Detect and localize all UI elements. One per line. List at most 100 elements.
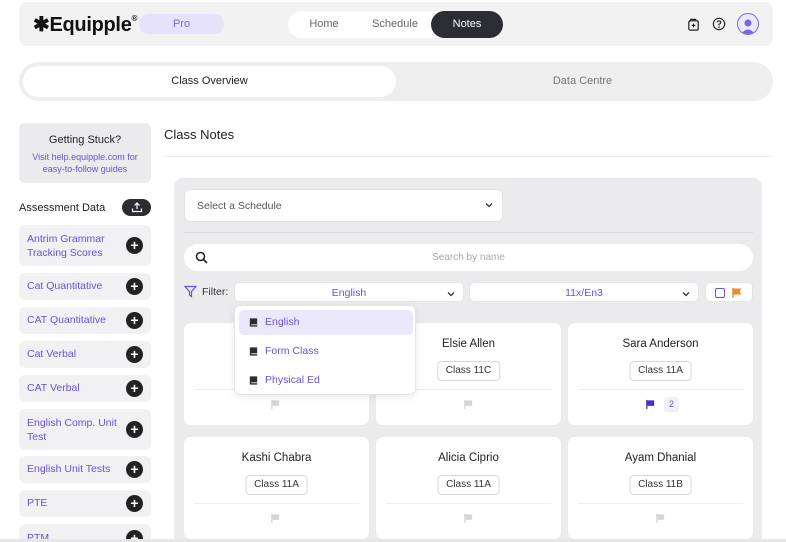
subject-filter-value: English [331,287,367,299]
search-input[interactable]: Search by name [184,244,753,271]
user-avatar[interactable] [737,13,759,35]
filter-icon [183,285,198,301]
divider [194,503,359,504]
main-nav: Home Schedule Notes [288,11,503,38]
tab-data-centre[interactable]: Data Centre [396,66,769,97]
class-badge: Class 11A [437,475,500,495]
sidebar-item-cat-quantitative-2[interactable]: CAT Quantitative + [19,307,151,334]
class-badge: Class 11A [629,361,692,381]
plan-badge: Pro [139,14,224,34]
student-name: Kashi Chabra [241,452,312,464]
divider [578,503,743,504]
sidebar-item-label: PTE [27,497,48,509]
sidebar-item-label: Cat Quantitative [27,280,103,292]
class-badge: Class 11B [629,475,692,495]
nav-tab-notes[interactable]: Notes [431,11,503,38]
help-card: Getting Stuck? Visit help.equipple.com f… [19,123,151,183]
book-icon [248,317,259,331]
top-actions [685,13,759,35]
sidebar-item-antrim-grammar[interactable]: Antrim Grammar Tracking Scores + [19,225,151,266]
user-icon [741,19,755,34]
sidebar-item-english-unit-tests[interactable]: English Unit Tests + [19,456,151,483]
nav-tab-schedule[interactable]: Schedule [360,11,430,38]
divider [184,232,753,233]
student-card[interactable]: Kashi Chabra Class 11A [184,437,369,539]
divider [578,389,743,390]
brand-reg: ® [131,14,138,23]
flag-icon[interactable] [463,513,474,527]
flag-icon [731,287,743,302]
nav-tab-home[interactable]: Home [288,11,360,38]
divider [386,503,551,504]
asterisk-logo-icon: ✱ [33,14,50,36]
sidebar-item-cat-verbal-2[interactable]: CAT Verbal + [19,375,151,402]
add-icon[interactable]: + [126,495,143,512]
divider [164,156,772,157]
add-icon[interactable]: + [126,278,143,295]
chevron-down-icon [485,200,493,210]
dropdown-option-physical-ed[interactable]: Physical Ed [239,368,413,393]
flag-icon[interactable] [655,513,666,527]
add-icon[interactable]: + [126,461,143,478]
sidebar-item-label: Antrim Grammar Tracking Scores [27,233,105,259]
sidebar-item-label: Cat Verbal [27,348,77,360]
class-filter-value: 11x/En3 [565,287,603,299]
upload-button[interactable] [122,199,151,216]
flag-icon[interactable] [463,399,474,413]
subject-filter-select[interactable]: English [234,282,464,302]
sidebar-item-label: English Comp. Unit Test [27,417,117,443]
assessment-title: Assessment Data [19,202,106,214]
sidebar-item-label: CAT Quantitative [27,314,106,326]
dropdown-option-english[interactable]: English [239,310,413,335]
top-bar: ✱Equipple® Pro Home Schedule Notes [19,2,773,46]
flag-icon[interactable] [270,513,281,527]
student-card[interactable]: Alicia Ciprio Class 11A [376,437,561,539]
search-placeholder: Search by name [432,252,505,263]
chevron-down-icon [682,289,690,299]
sidebar-item-label: CAT Verbal [27,382,80,394]
brand-name: Equipple [49,14,132,36]
schedule-select[interactable]: Select a Schedule [184,189,503,222]
tab-class-overview[interactable]: Class Overview [23,66,396,97]
flag-icon[interactable] [270,399,281,413]
flagged-filter-toggle[interactable] [705,282,753,302]
flagged-checkbox[interactable] [715,288,725,298]
student-name: Alicia Ciprio [438,452,499,464]
dropdown-option-label: Physical Ed [265,374,320,386]
page-title: Class Notes [164,127,235,142]
upload-icon [131,202,142,213]
class-filter-select[interactable]: 11x/En3 [469,282,699,302]
add-file-icon[interactable] [685,16,701,32]
add-icon[interactable]: + [126,312,143,329]
section-tabs: Class Overview Data Centre [19,62,773,101]
sidebar-item-cat-verbal[interactable]: Cat Verbal + [19,341,151,368]
student-card[interactable]: Sara Anderson Class 11A 2 [568,323,753,425]
sidebar-item-cat-quantitative[interactable]: Cat Quantitative + [19,273,151,300]
sidebar-item-english-comp[interactable]: English Comp. Unit Test + [19,409,151,450]
assessment-header: Assessment Data [19,199,151,217]
add-icon[interactable]: + [126,346,143,363]
add-icon[interactable]: + [126,421,143,438]
student-name: Ayam Dhanial [624,452,697,464]
class-badge: Class 11C [436,361,501,381]
help-icon[interactable] [711,16,727,32]
student-name: Sara Anderson [622,338,699,350]
schedule-placeholder: Select a Schedule [197,200,282,212]
filter-label: Filter: [202,286,229,298]
add-icon[interactable]: + [126,380,143,397]
dropdown-option-form-class[interactable]: Form Class [239,339,413,364]
sidebar-item-pte[interactable]: PTE + [19,490,151,517]
dropdown-option-label: English [265,316,300,328]
chevron-down-icon [447,289,455,299]
class-badge: Class 11A [245,475,308,495]
book-icon [248,346,259,360]
equipple-logo[interactable]: ✱Equipple® [33,12,137,37]
flag-icon[interactable] [645,399,656,413]
add-icon[interactable]: + [126,237,143,254]
help-title: Getting Stuck? [48,134,122,146]
help-link[interactable]: Visit help.equipple.com for easy-to-foll… [19,151,151,175]
student-card[interactable]: Ayam Dhanial Class 11B [568,437,753,539]
note-count-badge: 2 [664,397,679,412]
dropdown-option-label: Form Class [265,345,319,357]
subject-dropdown-menu: English Form Class Physical Ed [234,305,416,395]
